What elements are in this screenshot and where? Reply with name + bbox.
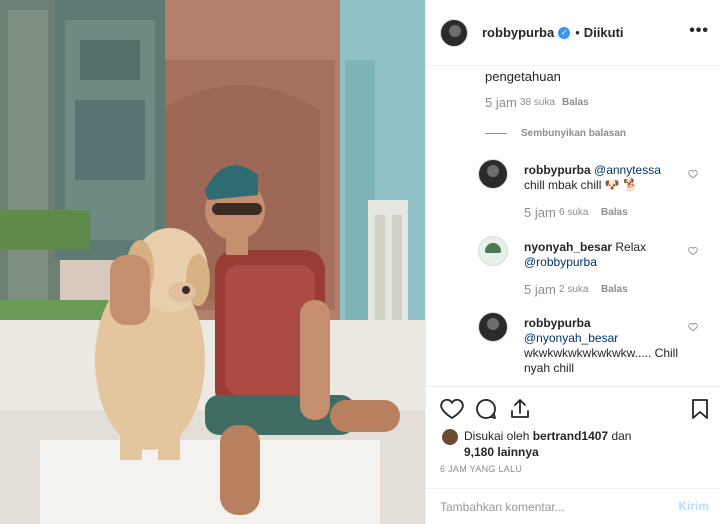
comment-icon[interactable] <box>474 397 498 421</box>
reply-meta: 5 jam 2 suka Balas <box>524 282 628 297</box>
verified-badge-icon: ✓ <box>558 26 571 39</box>
reply-mention[interactable]: @robbypurba <box>524 255 597 269</box>
share-icon[interactable] <box>508 397 532 421</box>
divider-line <box>485 133 507 134</box>
reply-button[interactable]: Balas <box>601 205 628 220</box>
reply-button[interactable]: Balas <box>562 95 589 110</box>
author-avatar[interactable] <box>440 18 468 47</box>
post-header: robbypurba ✓ • Diikuti ••• <box>426 0 720 66</box>
comment-input[interactable] <box>440 498 655 516</box>
heart-icon[interactable] <box>440 397 464 421</box>
reply-content: robbypurba @annytessa chill mbak chill 🐶… <box>524 163 694 193</box>
post-comment-button[interactable]: Kirim <box>678 499 709 513</box>
reply-time: 5 jam <box>524 205 556 220</box>
comment-like-icon[interactable] <box>688 169 698 179</box>
post-timestamp[interactable]: 6 JAM YANG LALU <box>440 464 522 474</box>
comment-like-icon[interactable] <box>688 246 698 256</box>
reply-avatar[interactable] <box>478 312 508 342</box>
reply-body: chill mbak chill 🐶 🐕 <box>524 178 638 192</box>
instagram-post-view: robbypurba ✓ • Diikuti ••• pengetahuan 5… <box>0 0 720 524</box>
reply-meta: 5 jam 6 suka Balas <box>524 205 628 220</box>
reply-body: Relax <box>615 240 647 254</box>
reply-likes[interactable]: 2 suka <box>559 282 601 297</box>
likes-text: Disukai oleh bertrand1407 dan 9,180 lain… <box>464 428 631 460</box>
post-photo[interactable] <box>0 0 425 524</box>
bookmark-icon[interactable] <box>688 397 712 421</box>
reply-mention[interactable]: @nyonyah_besar <box>524 331 618 345</box>
reply-username[interactable]: robbypurba <box>524 163 591 177</box>
comment-time: 5 jam <box>485 95 517 110</box>
author-username[interactable]: robbypurba <box>482 25 554 40</box>
likes-others[interactable]: 9,180 lainnya <box>464 445 539 459</box>
more-options-icon[interactable]: ••• <box>689 22 709 40</box>
comments-list[interactable]: pengetahuan 5 jam 38 suka Balas Sembunyi… <box>426 66 720 386</box>
hide-replies-label: Sembunyikan balasan <box>521 128 627 139</box>
reply-time: 5 jam <box>524 282 556 297</box>
comment-likes[interactable]: 38 suka <box>520 95 562 110</box>
follow-separator: • <box>575 25 580 40</box>
reply-mention[interactable]: @annytessa <box>594 163 661 177</box>
reply-body: wkwkwkwkwkwkwkw..... Chill nyah chill <box>524 346 679 375</box>
liker-avatar[interactable] <box>442 429 458 445</box>
reply-content: nyonyah_besar Relax @robbypurba <box>524 240 694 270</box>
likes-summary: Disukai oleh bertrand1407 dan 9,180 lain… <box>442 428 712 460</box>
reply-content: robbypurba @nyonyah_besar wkwkwkwkwkwkwk… <box>524 316 694 376</box>
post-sidebar: robbypurba ✓ • Diikuti ••• pengetahuan 5… <box>425 0 720 524</box>
comment-composer: Kirim <box>426 488 720 524</box>
liker-username[interactable]: bertrand1407 <box>533 429 608 443</box>
reply-avatar[interactable] <box>478 159 508 189</box>
comment-text-partial: pengetahuan <box>485 69 561 84</box>
reply-avatar[interactable] <box>478 236 508 266</box>
comment-meta: 5 jam 38 suka Balas <box>485 95 589 110</box>
post-photo-illustration <box>0 0 425 524</box>
follow-status-button[interactable]: Diikuti <box>584 25 624 40</box>
hide-replies-button[interactable]: Sembunyikan balasan <box>485 128 626 139</box>
reply-likes[interactable]: 6 suka <box>559 205 601 220</box>
likes-connector: dan <box>611 429 632 443</box>
reply-username[interactable]: robbypurba <box>524 316 591 330</box>
action-bar <box>426 386 720 430</box>
likes-prefix: Disukai oleh <box>464 429 530 443</box>
reply-username[interactable]: nyonyah_besar <box>524 240 612 254</box>
comment-like-icon[interactable] <box>688 322 698 332</box>
reply-button[interactable]: Balas <box>601 282 628 297</box>
